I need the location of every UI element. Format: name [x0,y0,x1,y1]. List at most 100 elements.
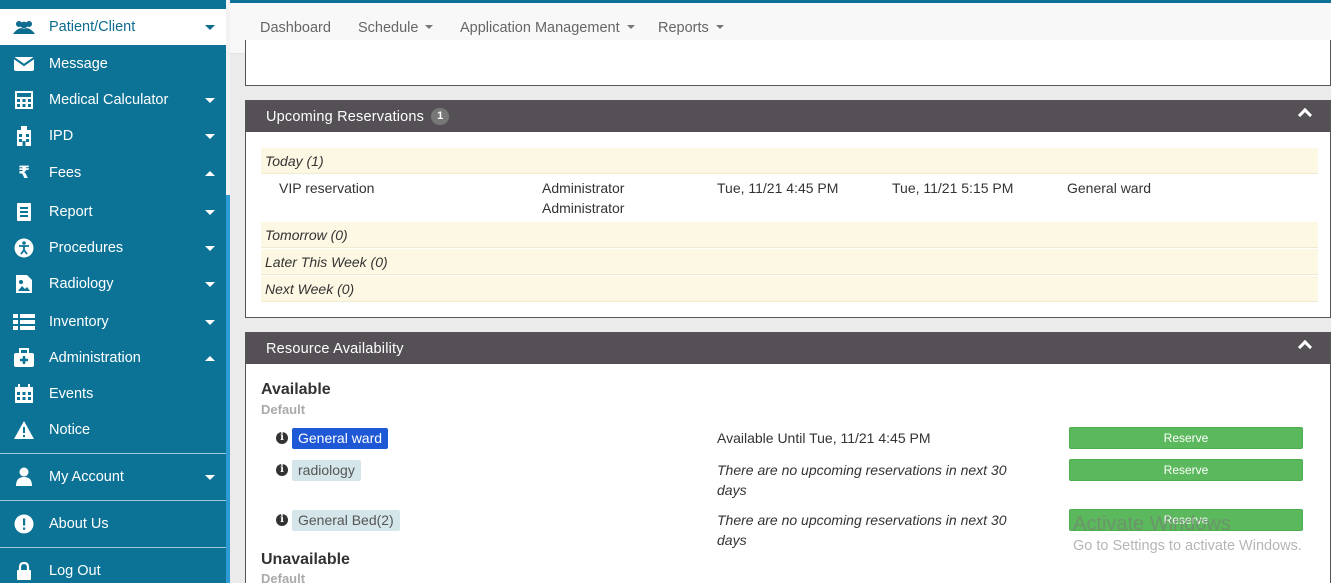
accessibility-icon [11,237,37,259]
panel-title: Upcoming Reservations [266,108,425,125]
panel-header: Resource Availability [246,333,1330,364]
reservation-end: Tue, 11/21 5:15 PM [892,180,1014,196]
sidebar-item-message[interactable]: Message [0,46,226,82]
owner-line: Administrator [542,180,625,196]
sidebar-item-about-us[interactable]: About Us [0,506,226,542]
chevron-down-icon [626,25,635,29]
users-icon [11,16,37,38]
sidebar-item-label: About Us [49,516,109,532]
calendar-icon [11,383,37,405]
sidebar-divider [0,500,226,501]
reservation-start: Tue, 11/21 4:45 PM [717,180,839,196]
sidebar-divider [0,453,226,454]
group-row-today: Today (1) [261,148,1318,174]
book-icon [11,201,37,223]
count-badge: 1 [431,108,450,125]
reserve-button[interactable]: Reserve [1069,459,1303,481]
chevron-down-icon [205,245,215,251]
sidebar-item-log-out[interactable]: Log Out [0,553,226,583]
sidebar-item-label: Administration [49,350,141,366]
group-row-tomorrow: Tomorrow (0) [261,222,1318,248]
upcoming-reservations-panel: Upcoming Reservations 1 Today (1) VIP re… [245,100,1331,318]
sidebar-item-inventory[interactable]: Inventory [0,304,226,340]
availability-status: Available Until Tue, 11/21 4:45 PM [717,430,931,446]
chevron-down-icon [715,25,724,29]
info-icon[interactable]: i [276,432,288,444]
sidebar-item-radiology[interactable]: Radiology [0,266,226,302]
sidebar-item-label: Radiology [49,276,114,292]
sidebar-item-label: Report [49,204,93,220]
warning-icon [11,419,37,441]
sidebar-item-medical-calculator[interactable]: Medical Calculator [0,82,226,118]
availability-status: There are no upcoming reservations in ne… [717,512,1007,548]
info-icon[interactable]: i [276,464,288,476]
reservation-owner: Administrator Administrator [542,178,624,218]
previous-panel [245,40,1331,86]
chevron-down-icon [205,209,215,215]
nav-label: Dashboard [260,20,331,36]
list-icon [11,311,37,333]
sidebar-item-label: Patient/Client [49,19,136,35]
unavailable-heading: Unavailable [261,551,350,568]
chevron-down-icon [205,24,215,30]
sidebar-item-ipd[interactable]: IPD [0,118,226,154]
chevron-down-icon [205,474,215,480]
panel-title: Resource Availability [266,340,404,357]
chevron-down-icon [425,25,434,29]
sidebar-item-administration[interactable]: Administration [0,340,226,376]
chevron-up-icon [205,355,215,361]
reserve-button[interactable]: Reserve [1069,427,1303,449]
sidebar-item-label: Log Out [49,563,101,579]
calculator-icon [11,89,37,111]
sidebar-divider [0,547,226,548]
envelope-icon [11,53,37,75]
sidebar-item-fees[interactable]: ₹ Fees [0,155,226,191]
group-row-next-week: Next Week (0) [261,276,1318,302]
sidebar-item-label: My Account [49,469,124,485]
sidebar: Patient/Client Message Medical Calculato… [0,0,230,583]
chevron-up-icon [205,170,215,176]
chevron-down-icon [205,281,215,287]
reservation-resource: General ward [1067,180,1152,196]
watermark-line-1: Activate Windows [1073,513,1231,535]
info-icon[interactable]: i [276,514,288,526]
sidebar-item-label: Medical Calculator [49,92,169,108]
resource-tag[interactable]: General Bed(2) [292,510,400,531]
info-circle-icon [11,513,37,535]
sidebar-item-label: Message [49,56,108,72]
sidebar-item-label: Events [49,386,94,402]
medkit-icon [11,347,37,369]
chevron-down-icon [205,97,215,103]
chevron-down-icon [205,133,215,139]
sidebar-item-patient-client[interactable]: Patient/Client [0,9,226,45]
owner-line: Administrator [542,200,625,216]
unavailable-subheading: Default [261,571,306,583]
lock-icon [11,560,37,582]
available-subheading: Default [261,402,306,417]
hospital-icon [11,125,37,147]
resource-tag[interactable]: radiology [292,460,361,481]
sidebar-item-events[interactable]: Events [0,376,226,412]
sidebar-item-my-account[interactable]: My Account [0,459,226,495]
nav-label: Reports [658,20,709,36]
sidebar-item-label: Inventory [49,314,109,330]
nav-label: Application Management [460,20,620,36]
sidebar-item-label: Procedures [49,240,124,256]
sidebar-item-label: Notice [49,422,91,438]
sidebar-scrollbar[interactable] [226,195,230,583]
sidebar-item-procedures[interactable]: Procedures [0,230,226,266]
resource-tag[interactable]: General ward [292,428,389,449]
sidebar-item-notice[interactable]: Notice [0,412,226,448]
panel-header: Upcoming Reservations 1 [246,101,1330,132]
group-row-later-this-week: Later This Week (0) [261,249,1318,275]
sidebar-item-label: IPD [49,128,74,144]
sidebar-item-label: Fees [49,165,82,181]
watermark-line-2: Go to Settings to activate Windows. [1073,538,1302,554]
windows-activation-watermark: Activate Windows Go to Settings to activ… [1073,513,1302,554]
sidebar-item-report[interactable]: Report [0,194,226,230]
image-file-icon [11,273,37,295]
user-icon [11,466,37,488]
available-heading: Available [261,381,331,398]
nav-label: Schedule [358,20,419,36]
reservation-title[interactable]: VIP reservation [279,178,374,198]
